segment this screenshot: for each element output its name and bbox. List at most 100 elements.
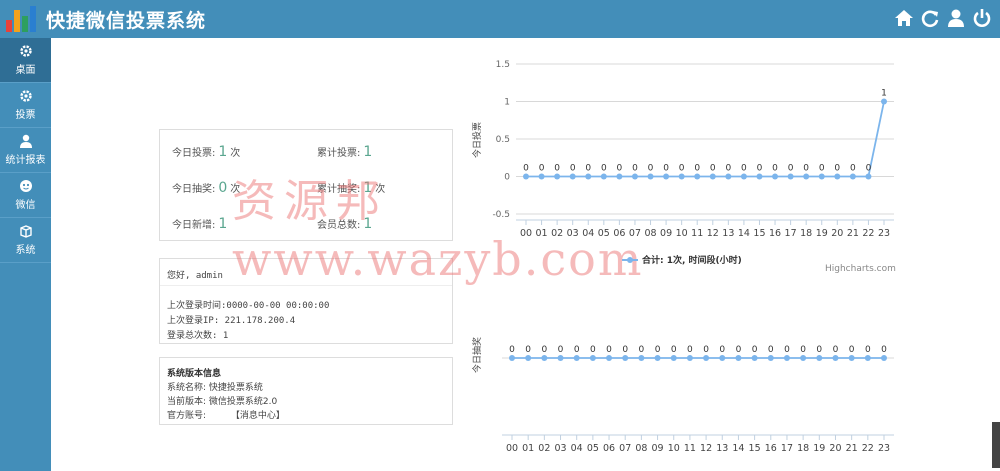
- x-tick-label: 15: [749, 443, 761, 454]
- message-center-link[interactable]: 【消息中心】: [231, 411, 285, 421]
- data-label: 0: [617, 164, 623, 174]
- data-label: 0: [679, 164, 685, 174]
- data-point: [694, 173, 701, 180]
- stat-unit: 次: [230, 148, 241, 159]
- data-label: 0: [881, 345, 887, 355]
- sidebar-item-vote[interactable]: 投票: [0, 83, 51, 128]
- data-point: [638, 355, 645, 361]
- data-point: [663, 173, 670, 180]
- data-point: [573, 355, 580, 361]
- x-tick-label: 23: [878, 443, 890, 454]
- data-label: 0: [648, 164, 654, 174]
- sidebar-item-label: 投票: [15, 110, 36, 121]
- data-point: [881, 98, 887, 105]
- x-tick-label: 10: [676, 228, 688, 239]
- data-label: 0: [736, 345, 742, 355]
- refresh-icon[interactable]: [920, 8, 940, 28]
- data-label: 0: [833, 345, 839, 355]
- current-version-label: 当前版本:: [167, 397, 207, 407]
- data-label: 0: [558, 345, 564, 355]
- data-label: 0: [703, 345, 709, 355]
- data-label: 0: [585, 164, 591, 174]
- data-label: 0: [655, 345, 661, 355]
- x-tick-label: 19: [816, 228, 828, 239]
- data-point: [622, 355, 629, 361]
- x-tick-label: 05: [587, 443, 599, 454]
- legend-symbol: [627, 257, 633, 263]
- data-point: [523, 173, 529, 180]
- sidebar-item-wechat[interactable]: 微信: [0, 173, 51, 218]
- y-axis-title: 今日抽奖: [471, 337, 483, 373]
- x-tick-label: 22: [862, 443, 874, 454]
- sidebar-item-label: 统计报表: [5, 155, 46, 166]
- data-point: [725, 173, 732, 180]
- y-tick-label: 0: [504, 173, 510, 183]
- x-tick-label: 21: [846, 443, 858, 454]
- last-login-ip: 上次登录IP: 221.178.200.4: [167, 316, 296, 326]
- user-icon[interactable]: [946, 8, 966, 28]
- data-point: [554, 173, 561, 180]
- x-tick-label: 17: [785, 228, 797, 239]
- user-icon: [19, 134, 32, 148]
- data-point: [541, 355, 548, 361]
- x-tick-label: 08: [644, 228, 656, 239]
- x-tick-label: 03: [567, 228, 579, 239]
- data-label: 1: [881, 89, 887, 99]
- x-tick-label: 11: [691, 228, 703, 239]
- data-label: 0: [574, 345, 580, 355]
- scroll-handle[interactable]: [992, 422, 1000, 468]
- data-label: 0: [570, 164, 576, 174]
- data-point: [647, 173, 654, 180]
- votes-chart: -0.500.511.500 01 02 03 04 05 06 07 08 09 10 11 12 13…: [471, 60, 894, 266]
- system-name-row: 系统名称: 快捷投票系统: [167, 380, 263, 393]
- sidebar-item-desktop[interactable]: 桌面: [0, 38, 51, 83]
- current-version-row: 当前版本: 微信投票系统2.0: [167, 394, 277, 407]
- data-label: 0: [554, 164, 560, 174]
- highcharts-credit[interactable]: Highcharts.com: [825, 264, 896, 274]
- data-label: 0: [788, 164, 794, 174]
- data-point: [881, 355, 887, 361]
- x-tick-label: 13: [722, 228, 734, 239]
- y-axis-title: 今日投票: [471, 122, 483, 158]
- sidebar-item-system[interactable]: 系统: [0, 218, 51, 263]
- gear-icon: [19, 90, 32, 102]
- x-tick-label: 01: [522, 443, 534, 454]
- draws-chart: 00 01 02 03 04 05 06 07 08 09 10 11 12 13 14 15 16 17 18 19…: [471, 337, 894, 454]
- x-tick-label: 16: [765, 443, 777, 454]
- x-tick-label: 07: [629, 228, 641, 239]
- data-point: [509, 355, 515, 361]
- stat-value: 1: [363, 216, 373, 232]
- logo-icon: [6, 6, 38, 32]
- stat-value: 1: [363, 144, 373, 160]
- power-icon[interactable]: [972, 8, 992, 28]
- data-label: 0: [834, 164, 840, 174]
- data-point: [834, 173, 841, 180]
- data-point: [538, 173, 545, 180]
- stat-value: 1: [218, 216, 228, 232]
- x-tick-label: 03: [554, 443, 566, 454]
- version-panel: 系统版本信息 系统名称: 快捷投票系统 当前版本: 微信投票系统2.0 官方账号…: [159, 357, 453, 425]
- x-tick-label: 23: [878, 228, 890, 239]
- data-label: 0: [632, 164, 638, 174]
- x-tick-label: 00: [520, 228, 532, 239]
- data-point: [686, 355, 693, 361]
- stat-unit: 次: [230, 184, 241, 195]
- x-tick-label: 02: [538, 443, 550, 454]
- stat-total-votes: 累计投票: 1: [317, 144, 375, 160]
- x-tick-label: 17: [781, 443, 793, 454]
- x-tick-label: 02: [551, 228, 563, 239]
- data-label: 0: [741, 164, 747, 174]
- data-point: [678, 173, 685, 180]
- home-icon[interactable]: [894, 8, 914, 28]
- data-point: [865, 173, 872, 180]
- data-label: 0: [671, 345, 677, 355]
- data-label: 0: [752, 345, 758, 355]
- stat-label: 会员总数:: [317, 220, 361, 231]
- x-tick-label: 06: [603, 443, 615, 454]
- data-point: [735, 355, 742, 361]
- data-label: 0: [816, 345, 822, 355]
- data-point: [589, 355, 596, 361]
- sidebar-item-label: 系统: [15, 245, 36, 256]
- sidebar-item-reports[interactable]: 统计报表: [0, 128, 51, 173]
- data-label: 0: [694, 164, 700, 174]
